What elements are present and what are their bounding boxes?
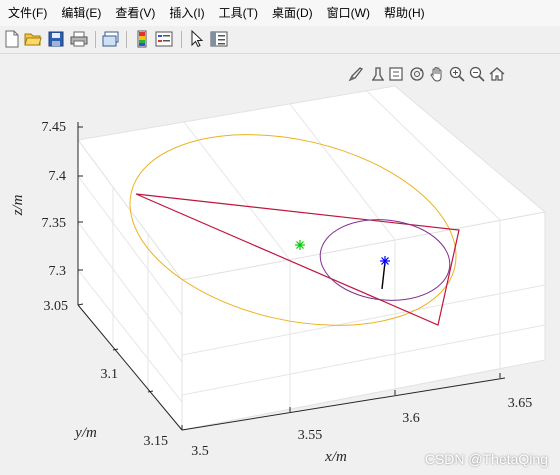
brush-icon[interactable] xyxy=(348,66,364,82)
zoom-box-icon[interactable] xyxy=(388,66,404,82)
toolbar-separator xyxy=(95,31,96,48)
open-folder-icon[interactable] xyxy=(24,30,42,48)
rotate-3d-icon[interactable] xyxy=(409,66,425,82)
home-icon[interactable] xyxy=(489,66,505,82)
menu-view[interactable]: 查看(V) xyxy=(108,0,162,26)
watermark: CSDN @ThetaQing xyxy=(424,451,548,467)
menu-insert[interactable]: 插入(I) xyxy=(162,0,211,26)
figure-toolbar xyxy=(0,26,560,54)
menu-bar: 文件(F) 编辑(E) 查看(V) 插入(I) 工具(T) 桌面(D) 窗口(W… xyxy=(0,0,560,26)
zoom-out-icon[interactable] xyxy=(469,66,485,82)
figure-canvas[interactable] xyxy=(0,54,560,475)
menu-edit[interactable]: 编辑(E) xyxy=(54,0,108,26)
toolbar-separator xyxy=(181,31,182,48)
menu-help[interactable]: 帮助(H) xyxy=(377,0,432,26)
link-plot-icon[interactable] xyxy=(102,30,120,48)
pointer-icon[interactable] xyxy=(188,30,206,48)
menu-window[interactable]: 窗口(W) xyxy=(320,0,377,26)
zoom-in-icon[interactable] xyxy=(449,66,465,82)
new-file-icon[interactable] xyxy=(3,30,21,48)
menu-file[interactable]: 文件(F) xyxy=(0,0,54,26)
save-icon[interactable] xyxy=(47,30,65,48)
menu-desktop[interactable]: 桌面(D) xyxy=(265,0,320,26)
toolbar-separator xyxy=(126,31,127,48)
menu-tools[interactable]: 工具(T) xyxy=(212,0,265,26)
legend-icon[interactable] xyxy=(155,30,173,48)
print-icon[interactable] xyxy=(70,30,88,48)
data-cursor-icon[interactable] xyxy=(370,66,386,82)
property-inspector-icon[interactable] xyxy=(210,30,228,48)
pan-icon[interactable] xyxy=(429,66,445,82)
colorbar-icon[interactable] xyxy=(133,30,151,48)
